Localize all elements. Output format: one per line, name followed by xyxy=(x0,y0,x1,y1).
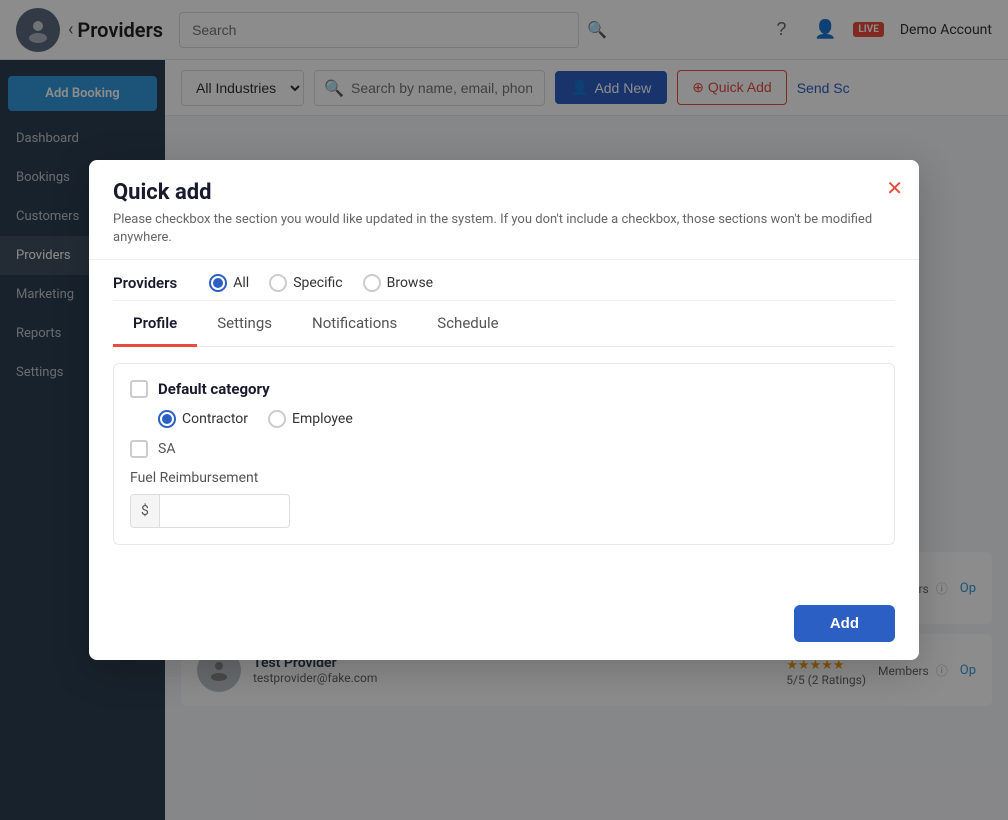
default-category-label: Default category xyxy=(158,380,270,398)
profile-tab-content: Default category Contractor Employee xyxy=(113,347,895,573)
radio-all[interactable]: All xyxy=(209,274,249,292)
category-radio-group: Contractor Employee xyxy=(130,410,878,428)
modal-footer: Add xyxy=(89,593,919,660)
sa-label: SA xyxy=(158,441,175,457)
modal-tabs: Profile Settings Notifications Schedule xyxy=(113,301,895,347)
radio-specific-circle xyxy=(269,274,287,292)
radio-browse-circle xyxy=(363,274,381,292)
tab-schedule[interactable]: Schedule xyxy=(417,302,518,347)
provider-row: Providers All Specific Browse xyxy=(113,260,895,301)
default-category-row: Default category xyxy=(130,380,878,398)
modal-header: Quick add Please checkbox the section yo… xyxy=(89,160,919,260)
radio-browse-label: Browse xyxy=(387,275,433,291)
default-category-checkbox-wrap: Default category xyxy=(130,380,270,398)
provider-radio-group: All Specific Browse xyxy=(209,274,433,292)
fuel-reimbursement-section: Fuel Reimbursement $ xyxy=(130,470,878,528)
radio-all-circle xyxy=(209,274,227,292)
quick-add-modal: Quick add Please checkbox the section yo… xyxy=(89,160,919,660)
radio-contractor[interactable]: Contractor xyxy=(158,410,248,428)
fuel-amount-input[interactable] xyxy=(160,495,260,527)
dollar-sign: $ xyxy=(131,495,160,527)
tab-notifications[interactable]: Notifications xyxy=(292,302,417,347)
radio-specific[interactable]: Specific xyxy=(269,274,342,292)
modal-body: Providers All Specific Browse Profile Se… xyxy=(89,260,919,593)
fuel-input-wrap: $ xyxy=(130,494,290,528)
modal-title: Quick add xyxy=(113,180,895,205)
radio-browse[interactable]: Browse xyxy=(363,274,433,292)
radio-employee-label: Employee xyxy=(292,411,353,427)
radio-employee[interactable]: Employee xyxy=(268,410,353,428)
tab-settings[interactable]: Settings xyxy=(197,302,292,347)
radio-contractor-circle xyxy=(158,410,176,428)
sa-row: SA xyxy=(130,440,878,458)
radio-specific-label: Specific xyxy=(293,275,342,291)
fuel-reimbursement-label: Fuel Reimbursement xyxy=(130,470,878,486)
radio-employee-circle xyxy=(268,410,286,428)
sa-checkbox[interactable] xyxy=(130,440,148,458)
radio-contractor-label: Contractor xyxy=(182,411,248,427)
add-button[interactable]: Add xyxy=(794,605,895,642)
default-category-checkbox[interactable] xyxy=(130,380,148,398)
radio-all-label: All xyxy=(233,275,249,291)
modal-description: Please checkbox the section you would li… xyxy=(113,211,895,247)
modal-close-button[interactable]: ✕ xyxy=(886,176,903,201)
default-category-section: Default category Contractor Employee xyxy=(113,363,895,545)
tab-profile[interactable]: Profile xyxy=(113,302,197,347)
provider-row-label: Providers xyxy=(113,274,177,292)
